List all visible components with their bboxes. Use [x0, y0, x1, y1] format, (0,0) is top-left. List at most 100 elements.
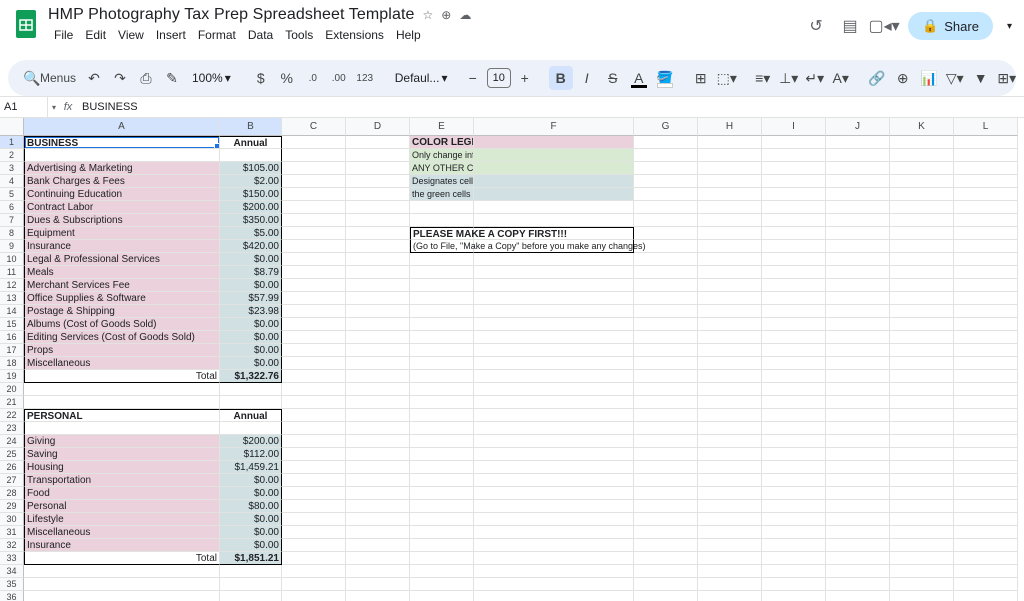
sheets-logo[interactable] — [12, 6, 40, 42]
cell[interactable] — [826, 149, 890, 162]
cell[interactable] — [220, 591, 282, 601]
row-header[interactable]: 17 — [0, 344, 24, 357]
cell[interactable] — [634, 422, 698, 435]
row-header[interactable]: 18 — [0, 357, 24, 370]
cell[interactable] — [282, 214, 346, 227]
cell[interactable] — [282, 201, 346, 214]
cell[interactable] — [474, 188, 634, 201]
cell[interactable] — [346, 578, 410, 591]
chart-icon[interactable]: 📊 — [917, 66, 941, 90]
cell[interactable] — [890, 591, 954, 601]
cell[interactable] — [890, 201, 954, 214]
undo-icon[interactable]: ↶ — [82, 66, 106, 90]
cell[interactable] — [890, 136, 954, 149]
cell[interactable] — [762, 201, 826, 214]
cell[interactable] — [954, 370, 1018, 383]
cell[interactable] — [282, 591, 346, 601]
row-header[interactable]: 14 — [0, 305, 24, 318]
cell[interactable] — [346, 383, 410, 396]
cell[interactable] — [954, 435, 1018, 448]
cell[interactable] — [634, 578, 698, 591]
cell[interactable] — [282, 474, 346, 487]
cell[interactable] — [762, 448, 826, 461]
cell[interactable] — [826, 409, 890, 422]
name-box-dropdown-icon[interactable]: ▾ — [48, 103, 60, 112]
cell[interactable]: Personal — [24, 500, 220, 513]
cell[interactable]: PLEASE MAKE A COPY FIRST!!! — [410, 227, 474, 240]
cell[interactable] — [634, 305, 698, 318]
row-header[interactable]: 15 — [0, 318, 24, 331]
cell[interactable]: (Go to File, "Make a Copy" before you ma… — [410, 240, 474, 253]
cell[interactable] — [474, 383, 634, 396]
cell[interactable] — [890, 409, 954, 422]
cell[interactable] — [890, 500, 954, 513]
cell[interactable] — [890, 565, 954, 578]
cell[interactable] — [634, 188, 698, 201]
cell[interactable] — [410, 396, 474, 409]
cell[interactable] — [698, 253, 762, 266]
cell[interactable]: $0.00 — [220, 526, 282, 539]
cell[interactable] — [762, 409, 826, 422]
wrap-icon[interactable]: ↵▾ — [803, 66, 827, 90]
cell[interactable] — [890, 526, 954, 539]
cell[interactable] — [762, 240, 826, 253]
cell[interactable] — [698, 461, 762, 474]
cell[interactable] — [762, 357, 826, 370]
cell[interactable]: $0.00 — [220, 474, 282, 487]
cell[interactable] — [698, 396, 762, 409]
cell[interactable] — [698, 175, 762, 188]
decrease-decimal-icon[interactable]: .0 — [301, 66, 325, 90]
cell[interactable] — [474, 370, 634, 383]
cell[interactable] — [826, 188, 890, 201]
cell[interactable] — [474, 539, 634, 552]
cell[interactable]: $8.79 — [220, 266, 282, 279]
cell[interactable]: $0.00 — [220, 357, 282, 370]
cell[interactable] — [826, 591, 890, 601]
cell[interactable] — [282, 344, 346, 357]
currency-icon[interactable]: $ — [249, 66, 273, 90]
cell[interactable] — [954, 539, 1018, 552]
cell[interactable]: Legal & Professional Services — [24, 253, 220, 266]
cell[interactable] — [890, 149, 954, 162]
cell[interactable]: Office Supplies & Software — [24, 292, 220, 305]
cell[interactable] — [954, 266, 1018, 279]
rotate-icon[interactable]: A▾ — [829, 66, 853, 90]
cell[interactable] — [282, 487, 346, 500]
history-icon[interactable]: ↺ — [806, 16, 826, 36]
cell[interactable] — [282, 448, 346, 461]
doc-title[interactable]: HMP Photography Tax Prep Spreadsheet Tem… — [48, 6, 415, 24]
cell[interactable] — [698, 292, 762, 305]
cell[interactable] — [762, 370, 826, 383]
cell[interactable] — [474, 500, 634, 513]
cell[interactable] — [890, 539, 954, 552]
cell[interactable] — [220, 578, 282, 591]
cell[interactable] — [634, 331, 698, 344]
cell[interactable] — [826, 539, 890, 552]
menu-insert[interactable]: Insert — [150, 26, 192, 44]
cell[interactable] — [410, 474, 474, 487]
cell[interactable] — [220, 396, 282, 409]
cell[interactable] — [410, 292, 474, 305]
cell[interactable] — [634, 435, 698, 448]
cell[interactable]: $200.00 — [220, 201, 282, 214]
cell[interactable] — [410, 370, 474, 383]
cell[interactable] — [698, 422, 762, 435]
cell[interactable] — [346, 227, 410, 240]
cell[interactable] — [634, 552, 698, 565]
cell[interactable]: COLOR LEGEND: — [410, 136, 474, 149]
cell[interactable] — [762, 266, 826, 279]
cell[interactable] — [954, 331, 1018, 344]
cell[interactable] — [762, 487, 826, 500]
cell[interactable] — [634, 266, 698, 279]
italic-button[interactable]: I — [575, 66, 599, 90]
cell[interactable] — [282, 513, 346, 526]
cell[interactable] — [410, 305, 474, 318]
cell[interactable] — [474, 396, 634, 409]
cell[interactable] — [634, 565, 698, 578]
cell[interactable] — [282, 318, 346, 331]
cell[interactable] — [826, 422, 890, 435]
cell[interactable] — [762, 461, 826, 474]
col-header[interactable]: A — [24, 118, 220, 136]
cell[interactable] — [954, 526, 1018, 539]
cell[interactable] — [698, 266, 762, 279]
